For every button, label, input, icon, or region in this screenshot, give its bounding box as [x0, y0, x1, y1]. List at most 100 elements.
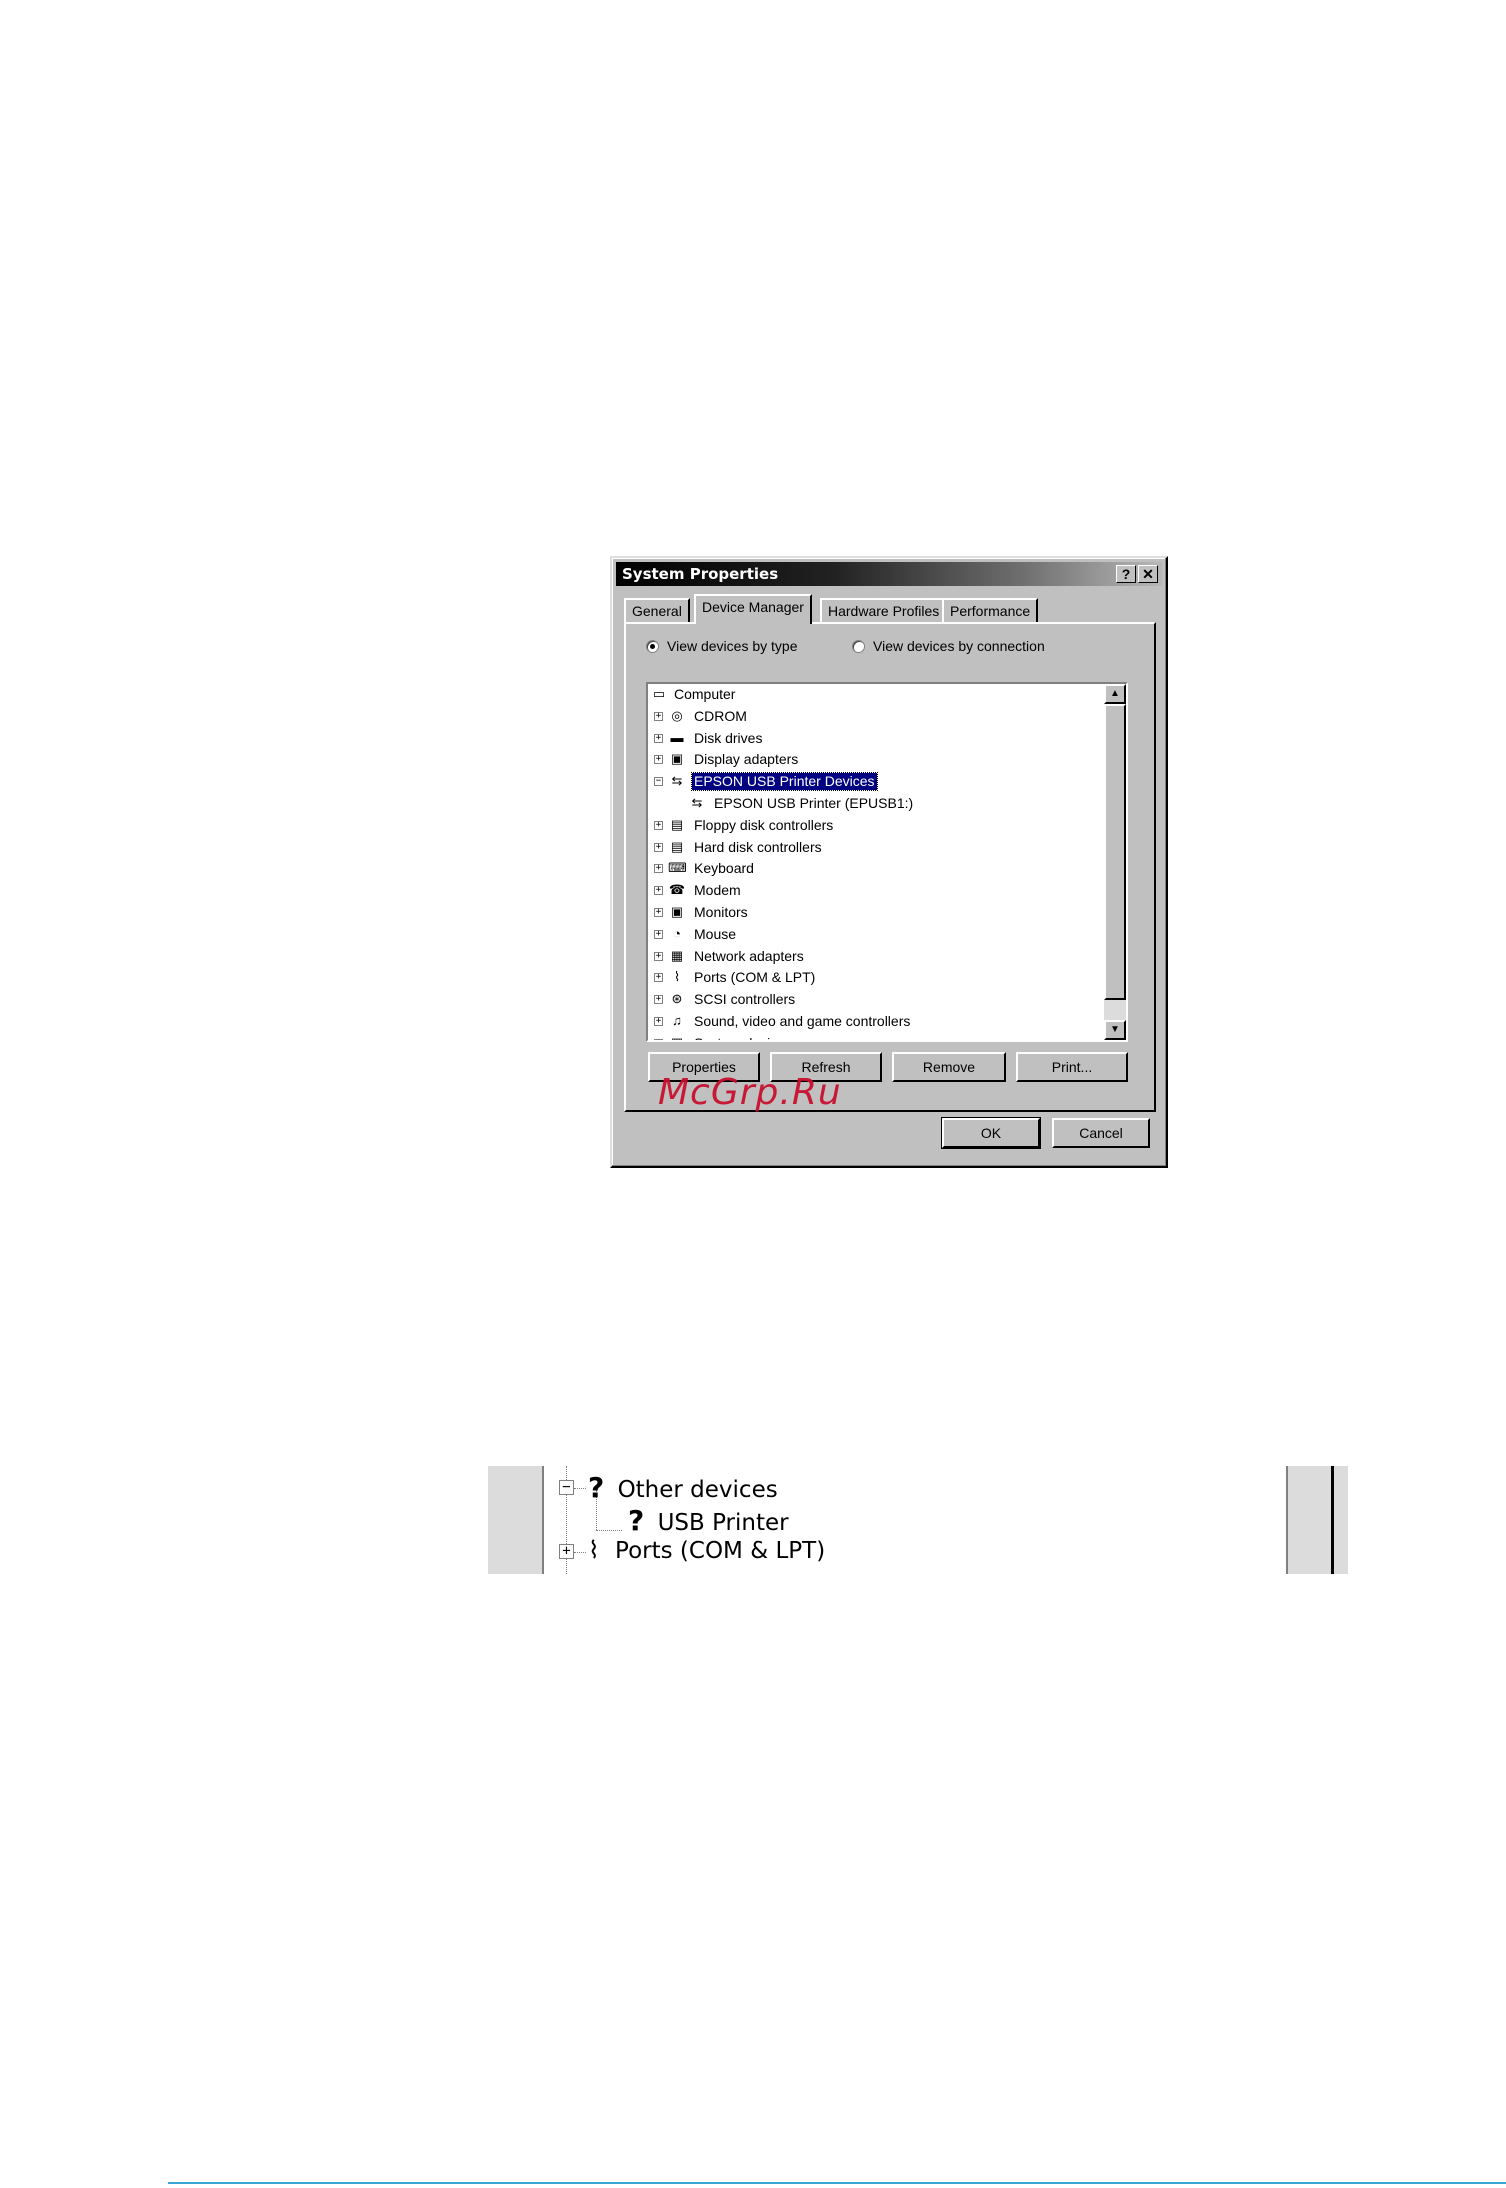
tree-row-label: Mouse — [694, 925, 737, 942]
tab-general[interactable]: General — [624, 598, 690, 622]
tree-row-label: EPSON USB Printer (EPUSB1:) — [714, 794, 914, 811]
zoom-left-edge — [488, 1466, 544, 1574]
cancel-button[interactable]: Cancel — [1052, 1118, 1150, 1148]
expand-icon[interactable]: + — [654, 973, 663, 983]
tree-row[interactable]: + ♫ Sound, video and game controllers — [648, 1011, 1103, 1033]
zoom-child-connector — [596, 1530, 622, 1531]
unknown-device-icon: ? — [628, 1504, 645, 1537]
tree-scrollbar[interactable]: ▲ ▼ — [1104, 684, 1126, 1040]
cdrom-icon: ◎ — [671, 707, 683, 723]
tree-row[interactable]: + ▦ Network adapters — [648, 946, 1103, 968]
scroll-up-icon[interactable]: ▲ — [1104, 684, 1126, 704]
usb-icon: ⇆ — [671, 773, 683, 789]
tree-row[interactable]: + ⊛ SCSI controllers — [648, 989, 1103, 1011]
zoom-scrollbar — [1286, 1466, 1348, 1574]
tree-row[interactable]: + ◎ CDROM — [648, 706, 1103, 728]
monitor-icon: ▣ — [670, 903, 684, 919]
display-adapter-icon: ▣ — [670, 751, 684, 767]
expand-icon[interactable]: + — [654, 929, 663, 939]
tree-row[interactable]: + ▣ Monitors — [648, 902, 1103, 924]
zoom-connector-1 — [574, 1488, 586, 1489]
network-adapter-icon: ▦ — [670, 947, 684, 963]
expand-icon[interactable]: + — [654, 995, 663, 1005]
disk-drive-icon: ▬ — [670, 729, 684, 745]
tree-row[interactable]: + ▣ Display adapters — [648, 749, 1103, 771]
zoomed-tree-detail: − ? Other devices ? USB Printer + ⌇ Port… — [488, 1466, 1348, 1574]
tree-row-label: Hard disk controllers — [694, 838, 822, 855]
expand-icon[interactable]: + — [654, 842, 663, 852]
view-by-connection-label: View devices by connection — [873, 638, 1045, 654]
radio-unchecked-icon[interactable] — [852, 639, 865, 653]
usb-icon: ⇆ — [691, 794, 703, 810]
collapse-icon[interactable]: − — [559, 1480, 574, 1495]
print-button[interactable]: Print... — [1016, 1052, 1128, 1082]
remove-button[interactable]: Remove — [892, 1052, 1006, 1082]
tree-row[interactable]: + ▥ System devices — [648, 1033, 1103, 1040]
unknown-device-icon: ? — [588, 1471, 605, 1504]
tree-row[interactable]: + ☎ Modem — [648, 880, 1103, 902]
ports-label: Ports (COM & LPT) — [615, 1538, 826, 1564]
tree-row-label: Display adapters — [694, 751, 799, 768]
expand-icon[interactable]: + — [654, 711, 663, 721]
tree-row[interactable]: + ⌨ Keyboard — [648, 858, 1103, 880]
close-button[interactable]: ✕ — [1138, 565, 1158, 583]
watermark: McGrp.Ru — [658, 1072, 842, 1113]
tree-row-label: EPSON USB Printer Devices — [691, 772, 878, 792]
expand-icon[interactable]: + — [654, 733, 663, 743]
tab-device-manager[interactable]: Device Manager — [694, 594, 812, 624]
tree-row-label: Modem — [694, 882, 741, 899]
floppy-controller-icon: ▤ — [670, 816, 684, 832]
view-by-type-radio[interactable]: View devices by type — [646, 638, 797, 654]
tab-performance[interactable]: Performance — [942, 598, 1039, 622]
zoom-row-other-devices[interactable]: ? Other devices — [588, 1471, 778, 1504]
expand-icon[interactable]: + — [559, 1544, 574, 1559]
expand-icon[interactable]: + — [654, 907, 663, 917]
zoom-row-ports[interactable]: ⌇ Ports (COM & LPT) — [588, 1536, 825, 1564]
tree-row[interactable]: ▭ Computer — [648, 684, 1103, 706]
tree-row-label: Computer — [674, 686, 736, 702]
expand-icon[interactable]: + — [654, 864, 663, 874]
radio-checked-icon[interactable] — [646, 639, 659, 653]
expand-icon[interactable]: + — [654, 755, 663, 765]
view-by-connection-radio[interactable]: View devices by connection — [852, 638, 1045, 654]
tab-hardware-profiles[interactable]: Hardware Profiles — [820, 598, 948, 622]
ok-button[interactable]: OK — [941, 1117, 1041, 1149]
tree-row-label: System devices — [692, 1035, 794, 1040]
expand-icon[interactable]: + — [654, 951, 663, 961]
tree-row-label: Sound, video and game controllers — [694, 1012, 911, 1029]
zoom-row-usb-printer[interactable]: ? USB Printer — [628, 1504, 789, 1537]
tree-row[interactable]: ⇆ EPSON USB Printer (EPUSB1:) — [648, 793, 1103, 815]
tree-row[interactable]: + ▬ Disk drives — [648, 728, 1103, 750]
help-button[interactable]: ? — [1116, 565, 1136, 583]
other-devices-label: Other devices — [617, 1477, 778, 1503]
tree-row-label: Ports (COM & LPT) — [694, 969, 816, 986]
view-by-type-label: View devices by type — [667, 638, 798, 654]
hard-disk-controller-icon: ▤ — [670, 838, 684, 854]
dialog-title: System Properties — [622, 565, 779, 583]
tree-row[interactable]: + ⌇ Ports (COM & LPT) — [648, 967, 1103, 989]
tree-row-label: CDROM — [694, 707, 747, 724]
expand-icon[interactable]: + — [654, 820, 663, 830]
device-tree[interactable]: ▭ Computer + ◎ CDROM + ▬ Disk drives + ▣ Display a… — [646, 682, 1128, 1042]
expand-icon[interactable]: + — [654, 1038, 663, 1040]
collapse-icon[interactable]: − — [654, 777, 663, 787]
sound-icon: ♫ — [672, 1012, 682, 1028]
keyboard-icon: ⌨ — [668, 860, 687, 876]
tree-row[interactable]: + ▤ Hard disk controllers — [648, 837, 1103, 859]
computer-icon: ▭ — [652, 686, 666, 701]
mouse-icon: ◔ — [673, 925, 681, 941]
system-devices-icon: ▥ — [668, 1035, 686, 1040]
expand-icon[interactable]: + — [654, 1016, 663, 1026]
modem-icon: ☎ — [668, 882, 686, 898]
tree-row[interactable]: + ◔ Mouse — [648, 924, 1103, 946]
device-tree-rows: ▭ Computer + ◎ CDROM + ▬ Disk drives + ▣ Display a… — [648, 684, 1103, 1040]
title-bar[interactable]: System Properties ? ✕ — [616, 562, 1162, 586]
port-icon: ⌇ — [673, 969, 681, 985]
tree-row[interactable]: + ▤ Floppy disk controllers — [648, 815, 1103, 837]
expand-icon[interactable]: + — [654, 886, 663, 896]
scroll-down-icon[interactable]: ▼ — [1104, 1020, 1126, 1040]
tree-row[interactable]: − ⇆ EPSON USB Printer Devices — [648, 771, 1103, 793]
tree-row-label: Monitors — [694, 903, 748, 920]
scroll-thumb[interactable] — [1104, 704, 1126, 1000]
port-icon: ⌇ — [588, 1536, 600, 1564]
